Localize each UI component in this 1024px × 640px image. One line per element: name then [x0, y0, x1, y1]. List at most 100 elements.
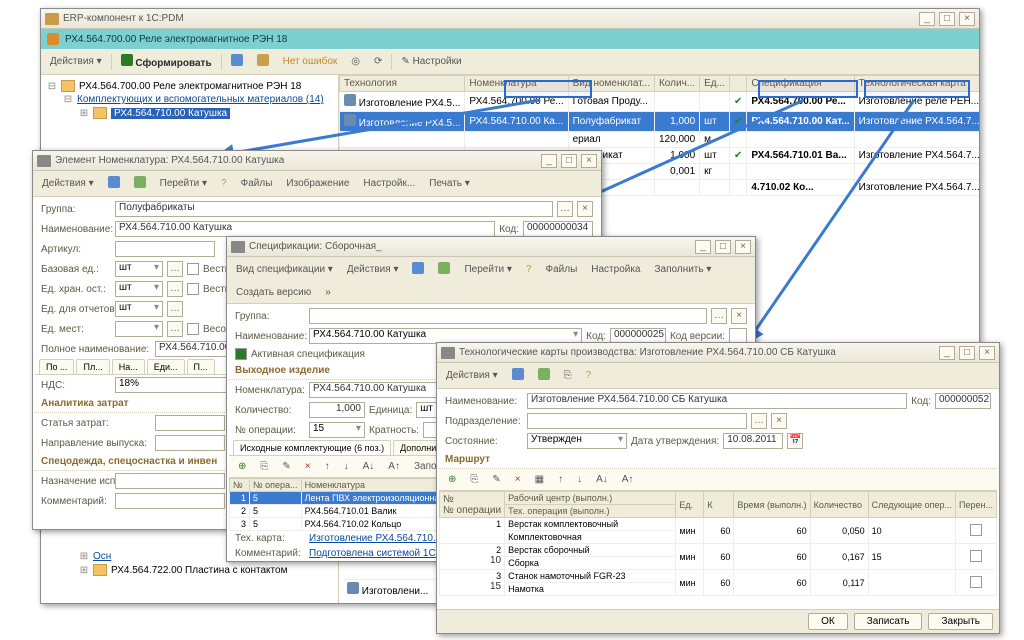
maximize-button[interactable]: □ — [959, 346, 975, 360]
col-time[interactable]: Время (выполн.) — [734, 492, 810, 518]
group-input[interactable] — [309, 308, 707, 324]
view-menu[interactable]: Вид спецификации ▾ — [231, 261, 338, 278]
print-menu[interactable]: Печать ▾ — [424, 175, 475, 192]
col-unit[interactable]: Ед... — [700, 76, 730, 92]
tree-last[interactable]: ⊞РХ4.564.722.00 Пластина с контактом — [47, 563, 332, 577]
more-icon[interactable]: » — [320, 284, 336, 301]
go-menu[interactable]: Перейти ▾ — [459, 261, 516, 278]
form-button[interactable]: Сформировать — [116, 51, 217, 72]
pick-button[interactable]: … — [167, 281, 183, 297]
maximize-button[interactable]: □ — [939, 12, 955, 26]
fill-menu[interactable]: Заполнить ▾ — [650, 261, 717, 278]
name-input[interactable]: Изготовление РХ4.564.710.00 СБ Катушка — [527, 393, 907, 409]
go-menu[interactable]: Перейти ▾ — [155, 175, 212, 192]
select-button[interactable]: … — [711, 308, 727, 324]
tb-icon-3[interactable]: ◎ — [346, 53, 365, 70]
col-ed[interactable]: Ед. — [676, 492, 704, 518]
route-row[interactable]: 15Верстак комплектовочныймин60600,05010 — [440, 518, 997, 531]
sort-icon[interactable]: A↓ — [358, 458, 380, 475]
col-n[interactable]: №№ операции — [440, 492, 505, 518]
tab-1[interactable]: Пл... — [76, 359, 109, 374]
col-qty[interactable]: Колич... — [654, 76, 699, 92]
help-icon[interactable]: ? — [216, 175, 232, 192]
help-icon[interactable]: ? — [521, 261, 537, 278]
otch-select[interactable]: шт — [115, 301, 163, 317]
sort2-icon[interactable]: A↑ — [383, 458, 405, 475]
edit-icon[interactable]: ✎ — [277, 458, 295, 475]
col-trans[interactable]: Перен... — [956, 492, 997, 518]
mest-select[interactable] — [115, 321, 163, 337]
actions-menu[interactable]: Действия ▾ — [37, 175, 99, 192]
tab-3[interactable]: Еди... — [147, 359, 185, 374]
settings-button[interactable]: Настройк... — [358, 175, 420, 192]
select-button[interactable]: … — [557, 201, 573, 217]
hran-select[interactable]: шт — [115, 281, 163, 297]
save-icon[interactable] — [407, 259, 429, 280]
col-kind[interactable]: Вид номенклат... — [568, 76, 654, 92]
name-input[interactable]: РХ4.564.710.00 Катушка — [115, 221, 495, 237]
col-spec[interactable]: Спецификация — [747, 76, 854, 92]
select-button[interactable]: … — [751, 413, 767, 429]
code-input[interactable]: 000000052 — [935, 393, 991, 409]
close-button[interactable]: × — [735, 240, 751, 254]
clear-button[interactable]: × — [771, 413, 787, 429]
vesti-check[interactable] — [187, 263, 199, 275]
col-next[interactable]: Следующие опер... — [868, 492, 955, 518]
minimize-button[interactable]: _ — [919, 12, 935, 26]
save-icon[interactable] — [103, 173, 125, 194]
podr-input[interactable] — [527, 413, 747, 429]
tab-2[interactable]: На... — [112, 359, 145, 374]
down-icon[interactable]: ↓ — [572, 471, 587, 488]
close-button[interactable]: × — [979, 346, 995, 360]
help-icon[interactable]: ? — [581, 367, 597, 384]
refresh-icon[interactable] — [533, 365, 555, 386]
group-input[interactable]: Полуфабрикаты — [115, 201, 553, 217]
col-tech[interactable]: Технология — [340, 76, 465, 92]
edit-icon[interactable]: ✎ — [487, 471, 505, 488]
col-nom[interactable]: Номенклатура — [465, 76, 568, 92]
col-k[interactable]: К — [704, 492, 734, 518]
sort2-icon[interactable]: A↑ — [617, 471, 639, 488]
settings-button[interactable]: ✎ Настройки — [396, 53, 466, 70]
active-check[interactable] — [235, 348, 247, 360]
date-input[interactable]: 10.08.2011 — [723, 433, 783, 449]
route-row[interactable]: 210Верстак сборочныймин60600,16715 — [440, 544, 997, 557]
st-input[interactable] — [155, 415, 225, 431]
tab-4[interactable]: П... — [187, 359, 215, 374]
base-select[interactable]: шт — [115, 261, 163, 277]
tb-icon-1[interactable] — [226, 51, 248, 72]
art-input[interactable] — [115, 241, 215, 257]
nds-select[interactable]: 18% — [115, 377, 235, 393]
close-button[interactable]: Закрыть — [928, 613, 993, 630]
col-rc[interactable]: Рабочий центр (выполн.) — [505, 492, 676, 505]
files-button[interactable]: Файлы — [236, 175, 278, 192]
version-button[interactable]: Создать версию — [231, 284, 316, 301]
sort-icon[interactable]: A↓ — [591, 471, 613, 488]
col-qty[interactable]: Количество — [810, 492, 868, 518]
code-input[interactable]: 00000000034 — [523, 221, 593, 237]
doc-header[interactable]: РХ4.564.700.00 Реле электромагнитное РЭН… — [41, 29, 979, 49]
tk-grid[interactable]: №№ операции Рабочий центр (выполн.) Ед. … — [439, 491, 997, 596]
settings-button[interactable]: Настройка — [586, 261, 645, 278]
tree-root[interactable]: ⊟РХ4.564.700.00 Реле электромагнитное РЭ… — [47, 79, 332, 93]
calendar-icon[interactable]: 📅 — [787, 433, 803, 449]
state-select[interactable]: Утвержден — [527, 433, 627, 449]
grid-row[interactable]: ериал120,000м — [340, 132, 980, 148]
copy-icon[interactable]: ⎘ — [255, 458, 273, 475]
save-icon[interactable] — [507, 365, 529, 386]
tb-icon-4[interactable]: ⟳ — [369, 53, 387, 70]
add-icon[interactable]: ⊕ — [443, 471, 461, 488]
tb-icon-2[interactable] — [252, 51, 274, 72]
minimize-button[interactable]: _ — [939, 346, 955, 360]
up-icon[interactable]: ↑ — [320, 458, 335, 475]
col-tech[interactable]: Тех. операция (выполн.) — [505, 505, 676, 518]
pick-button[interactable]: … — [167, 301, 183, 317]
route-row[interactable]: 315Станок намоточный FGR-23мин60600,117 — [440, 570, 997, 583]
opn-select[interactable]: 15 — [309, 422, 365, 438]
napr-input[interactable] — [155, 435, 225, 451]
tb-icon[interactable]: ⎘ — [559, 367, 577, 384]
pick-button[interactable]: … — [167, 321, 183, 337]
close-button[interactable]: × — [959, 12, 975, 26]
no-errors[interactable]: Нет ошибок — [278, 53, 343, 70]
delete-icon[interactable]: × — [300, 458, 316, 475]
